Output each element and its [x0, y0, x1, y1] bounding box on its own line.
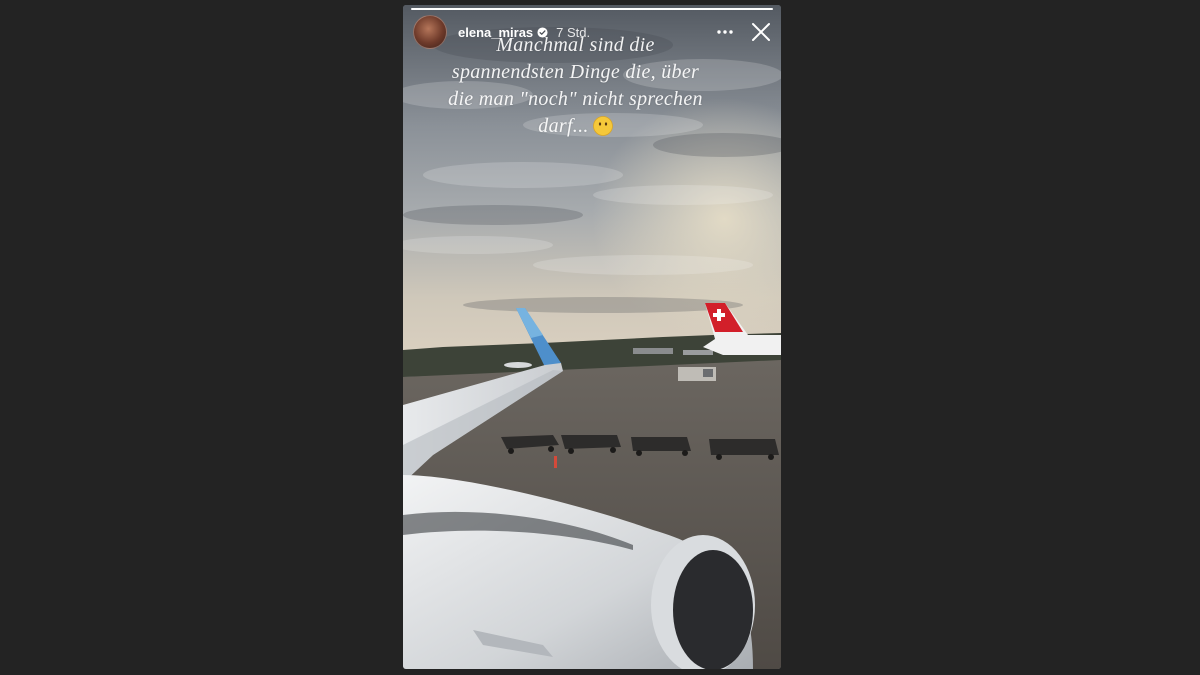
- caption-line: darf...: [538, 115, 589, 137]
- story-caption: Manchmal sind die spannendsten Dinge die…: [413, 32, 738, 140]
- story-progress-bar: [411, 8, 773, 10]
- neutral-face-emoji: [592, 116, 613, 136]
- caption-line: Manchmal sind die: [496, 34, 655, 56]
- close-button[interactable]: [749, 20, 773, 44]
- caption-line: spannendsten Dinge die, über: [451, 61, 700, 83]
- close-icon: [752, 23, 770, 41]
- story-progress-fill: [411, 8, 773, 10]
- story-viewer[interactable]: elena_miras 7 Std. Manchmal sind die spa…: [403, 5, 781, 669]
- caption-line: die man "noch" nicht sprechen: [448, 88, 703, 110]
